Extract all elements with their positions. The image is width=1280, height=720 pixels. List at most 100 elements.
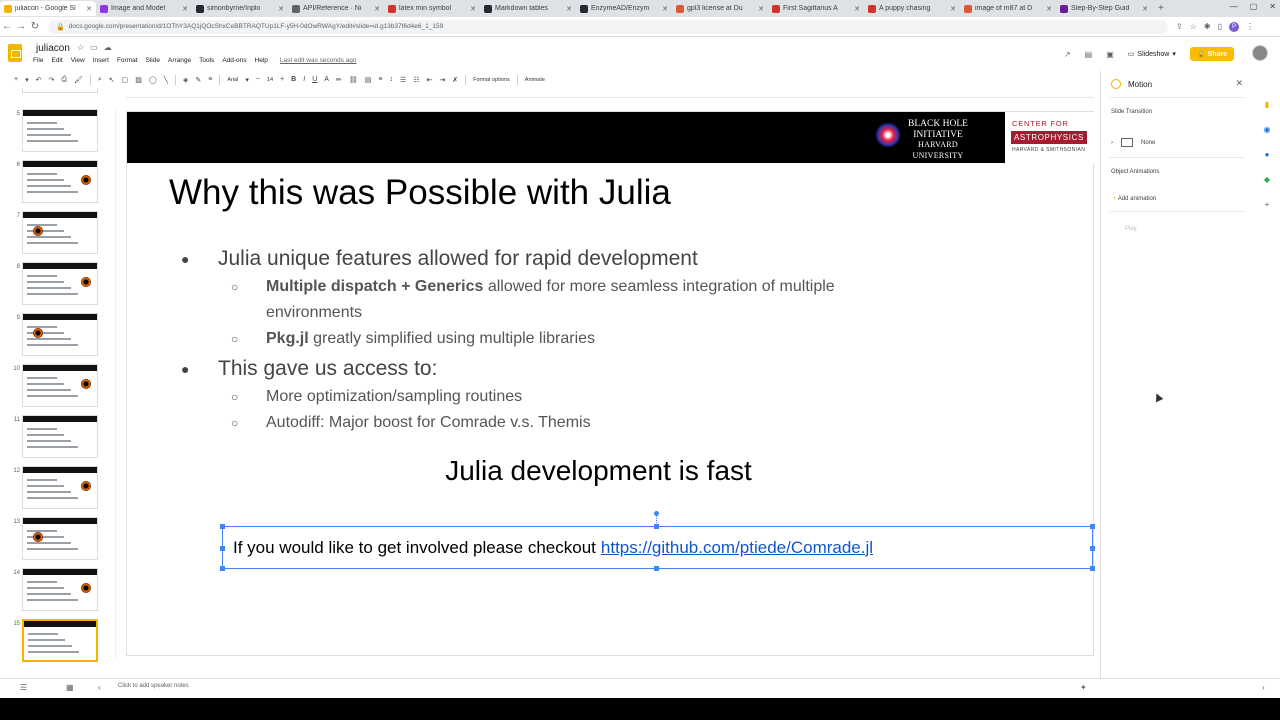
border-color-icon[interactable]: ✎ — [195, 76, 201, 84]
browser-tab[interactable]: API/Reference · Ni ✕ — [288, 1, 384, 16]
shape-icon[interactable]: ◯ — [149, 76, 157, 84]
decrease-font-icon[interactable]: − — [256, 76, 260, 83]
star-icon[interactable]: ☆ — [77, 43, 84, 52]
expand-side-panel-icon[interactable]: › — [1262, 683, 1265, 692]
slide-title[interactable]: Why this was Possible with Julia — [169, 173, 671, 213]
close-tab-icon[interactable]: ✕ — [1046, 5, 1052, 13]
close-tab-icon[interactable]: ✕ — [278, 5, 284, 13]
resize-handle[interactable] — [220, 524, 225, 529]
slide-canvas[interactable]: BLACK HOLE INITIATIVE HARVARD UNIVERSITY… — [126, 111, 1095, 656]
browser-tab[interactable]: gpl3 license at Du ✕ — [672, 1, 768, 16]
collapse-panel-icon[interactable]: ‹ — [98, 683, 101, 692]
italic-icon[interactable]: I — [303, 76, 305, 83]
slide-thumbnail[interactable] — [22, 109, 98, 152]
menu-item[interactable]: Tools — [199, 57, 214, 64]
browser-tab[interactable]: simonbyrne/Inplo ✕ — [192, 1, 288, 16]
tasks-icon[interactable]: ◉ — [1264, 125, 1271, 134]
bold-icon[interactable]: B — [291, 76, 296, 83]
close-tab-icon[interactable]: ✕ — [470, 5, 476, 13]
increase-indent-icon[interactable]: ⇥ — [439, 76, 445, 84]
comment-icon[interactable]: ▤ — [365, 76, 372, 84]
print-icon[interactable]: ⎙ — [61, 76, 67, 84]
keep-icon[interactable]: ▮ — [1265, 100, 1269, 109]
meet-icon[interactable]: ▣ — [1106, 50, 1114, 59]
undo-icon[interactable]: ↶ — [36, 76, 42, 84]
highlight-icon[interactable]: ✏ — [336, 76, 342, 84]
menu-item[interactable]: Insert — [93, 57, 109, 64]
chevron-down-icon[interactable]: ▾ — [245, 76, 249, 84]
fast-statement[interactable]: Julia development is fast — [127, 455, 1070, 487]
resize-handle[interactable] — [654, 566, 659, 571]
slide-thumbnail[interactable] — [22, 568, 98, 611]
browser-tab[interactable]: A puppy chasing ✕ — [864, 1, 960, 16]
close-tab-icon[interactable]: ✕ — [1142, 5, 1148, 13]
close-tab-icon[interactable]: ✕ — [758, 5, 764, 13]
border-weight-icon[interactable]: ≡ — [208, 76, 212, 83]
format-options-button[interactable]: Format options — [473, 77, 510, 83]
last-edit-status[interactable]: Last edit was seconds ago — [280, 57, 357, 64]
slide-thumbnail[interactable] — [22, 415, 98, 458]
slide-thumbnail[interactable] — [22, 211, 98, 254]
close-tab-icon[interactable]: ✕ — [662, 5, 668, 13]
grid-view-icon[interactable]: ▦ — [66, 683, 74, 692]
comrade-link[interactable]: https://github.com/ptiede/Comrade.jl — [601, 538, 873, 558]
numbered-list-icon[interactable]: ☷ — [413, 76, 419, 84]
profile-avatar[interactable]: P — [1228, 21, 1239, 32]
link-icon[interactable]: ⛓ — [349, 76, 358, 84]
image-icon[interactable]: ▨ — [135, 76, 142, 84]
comments-icon[interactable]: ▤ — [1085, 50, 1093, 59]
browser-tab[interactable]: latex min symbol ✕ — [384, 1, 480, 16]
redo-icon[interactable]: ↷ — [48, 76, 54, 84]
line-spacing-icon[interactable]: ↕ — [389, 76, 393, 83]
extensions-icon[interactable]: ✱ — [1204, 22, 1211, 31]
close-icon[interactable]: ✕ — [1235, 78, 1243, 89]
clear-format-icon[interactable]: ✗ — [452, 76, 458, 84]
font-selector[interactable]: Arial — [227, 77, 238, 83]
sidepanel-icon[interactable]: ▯ — [1218, 22, 1222, 31]
bulleted-list-icon[interactable]: ☰ — [400, 76, 406, 84]
bullet-list[interactable]: Julia unique features allowed for rapid … — [181, 244, 1041, 436]
select-icon[interactable]: ↖ — [109, 76, 115, 84]
activity-trend-icon[interactable]: ↗ — [1064, 50, 1071, 59]
horizontal-ruler[interactable] — [126, 88, 1094, 98]
share-page-icon[interactable]: ⇪ — [1176, 22, 1183, 31]
play-button[interactable]: Play — [1125, 226, 1137, 232]
rotate-handle[interactable] — [654, 511, 659, 516]
text-color-icon[interactable]: A — [324, 76, 329, 83]
fill-color-icon[interactable]: ◈ — [183, 76, 188, 84]
document-title[interactable]: juliacon — [36, 43, 70, 54]
font-size-field[interactable]: 14 — [267, 77, 273, 83]
new-tab-button[interactable]: + — [1152, 3, 1170, 14]
google-slides-logo-icon[interactable] — [8, 44, 22, 62]
minimize-icon[interactable]: — — [1230, 2, 1238, 11]
slide-thumbnail[interactable] — [22, 262, 98, 305]
transition-row[interactable]: › None — [1111, 138, 1155, 147]
slide-thumbnail[interactable] — [22, 313, 98, 356]
menu-item[interactable]: Help — [255, 57, 268, 64]
contacts-icon[interactable]: ● — [1265, 150, 1270, 159]
browser-tab[interactable]: Image and Model ✕ — [96, 1, 192, 16]
resize-handle[interactable] — [220, 546, 225, 551]
resize-handle[interactable] — [1090, 524, 1095, 529]
reload-icon[interactable]: ↻ — [28, 21, 42, 32]
slide-thumbnail[interactable] — [22, 364, 98, 407]
textbox-icon[interactable]: ▢ — [122, 76, 129, 84]
menu-item[interactable]: Format — [117, 57, 138, 64]
paint-format-icon[interactable]: 🖌 — [74, 76, 83, 84]
browser-tab[interactable]: Markdown tables ✕ — [480, 1, 576, 16]
close-tab-icon[interactable]: ✕ — [182, 5, 188, 13]
close-tab-icon[interactable]: ✕ — [950, 5, 956, 13]
filmstrip-view-icon[interactable]: ☰ — [20, 683, 27, 692]
browser-menu-icon[interactable]: ⋮ — [1246, 22, 1254, 31]
browser-tab[interactable]: Step-By-Step Guid ✕ — [1056, 1, 1152, 16]
forward-icon[interactable]: → — [14, 21, 28, 32]
share-button[interactable]: 🔒 Share — [1189, 47, 1234, 61]
maps-icon[interactable]: ◆ — [1264, 175, 1270, 184]
close-tab-icon[interactable]: ✕ — [854, 5, 860, 13]
back-icon[interactable]: ← — [0, 21, 14, 32]
browser-tab[interactable]: EnzymeAD/Enzym ✕ — [576, 1, 672, 16]
address-bar[interactable]: 🔒 docs.google.com/presentation/d/1OThY3A… — [48, 19, 1168, 34]
increase-font-icon[interactable]: + — [280, 76, 284, 83]
cloud-status-icon[interactable]: ☁ — [104, 43, 112, 52]
explore-icon[interactable]: ✦ — [1080, 683, 1087, 692]
